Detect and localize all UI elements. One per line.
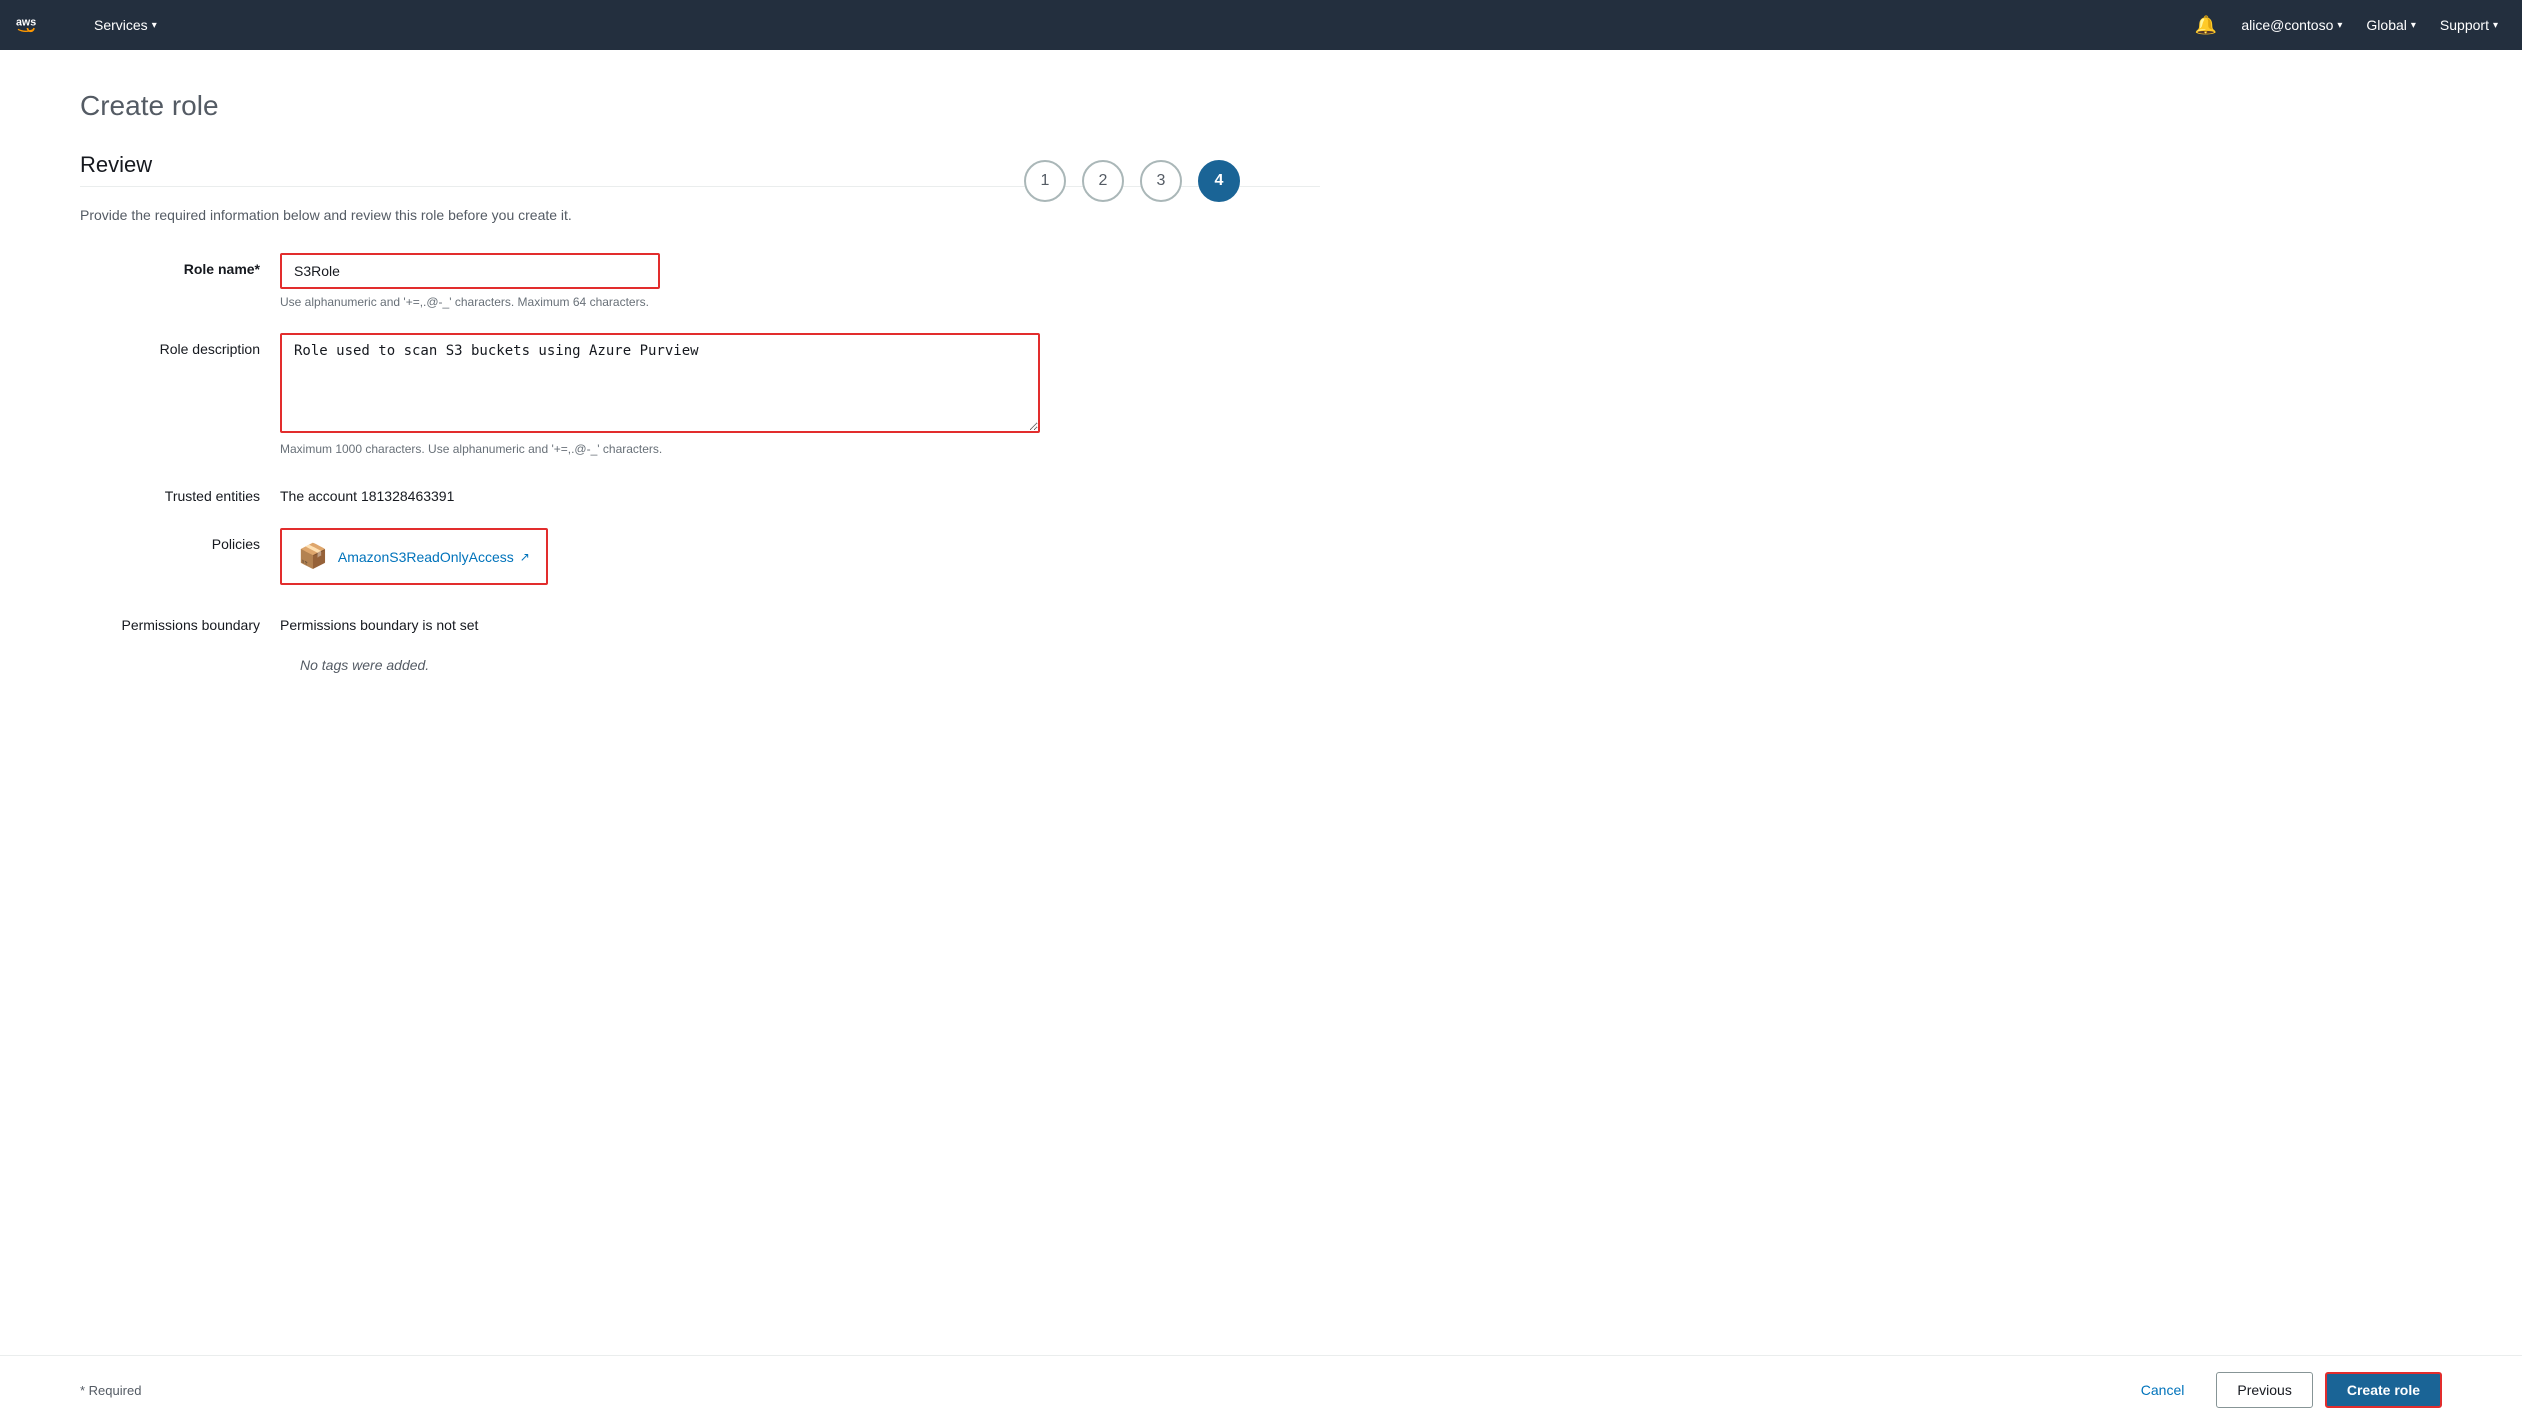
svg-text:aws: aws — [16, 16, 36, 28]
policies-label: Policies — [80, 528, 280, 552]
permissions-boundary-row: Permissions boundary Permissions boundar… — [80, 609, 1320, 633]
policies-control-wrap: 📦 AmazonS3ReadOnlyAccess ↗ — [280, 528, 1040, 585]
step-3: 3 — [1140, 160, 1182, 202]
role-description-hint: Maximum 1000 characters. Use alphanumeri… — [280, 442, 1040, 456]
role-name-input[interactable] — [280, 253, 660, 289]
step-1: 1 — [1024, 160, 1066, 202]
role-description-label: Role description — [80, 333, 280, 357]
region-chevron-icon: ▾ — [2411, 20, 2416, 31]
user-menu[interactable]: alice@contoso ▾ — [2233, 13, 2350, 37]
region-menu[interactable]: Global ▾ — [2358, 13, 2424, 37]
role-name-control-wrap: Use alphanumeric and '+=,.@-_' character… — [280, 253, 1040, 309]
role-name-label: Role name* — [80, 253, 280, 277]
create-role-button[interactable]: Create role — [2325, 1372, 2442, 1408]
external-link-icon: ↗ — [520, 550, 530, 564]
role-name-hint: Use alphanumeric and '+=,.@-_' character… — [280, 295, 1040, 309]
tags-note: No tags were added. — [300, 657, 1320, 673]
policy-package-icon: 📦 — [298, 542, 328, 571]
cancel-button[interactable]: Cancel — [2121, 1372, 2205, 1408]
trusted-entities-row: Trusted entities The account 18132846339… — [80, 480, 1320, 504]
policy-name: AmazonS3ReadOnlyAccess — [338, 549, 514, 565]
support-menu[interactable]: Support ▾ — [2432, 13, 2506, 37]
required-note: * Required — [80, 1383, 141, 1398]
role-description-control-wrap: Role used to scan S3 buckets using Azure… — [280, 333, 1040, 456]
role-description-row: Role description Role used to scan S3 bu… — [80, 333, 1320, 456]
role-description-textarea[interactable]: Role used to scan S3 buckets using Azure… — [280, 333, 1040, 433]
services-menu[interactable]: Services ▾ — [86, 13, 165, 37]
step-4-active: 4 — [1198, 160, 1240, 202]
bottom-bar: * Required Cancel Previous Create role — [0, 1355, 2522, 1424]
policies-row: Policies 📦 AmazonS3ReadOnlyAccess ↗ — [80, 528, 1320, 585]
aws-logo[interactable]: aws — [16, 11, 56, 39]
main-wrapper: Create role 1 2 3 4 Revie — [0, 50, 2522, 1424]
role-name-row: Role name* Use alphanumeric and '+=,.@-_… — [80, 253, 1320, 309]
review-description: Provide the required information below a… — [80, 207, 1320, 223]
support-chevron-icon: ▾ — [2493, 20, 2498, 31]
policy-box: 📦 AmazonS3ReadOnlyAccess ↗ — [280, 528, 548, 585]
permissions-boundary-value: Permissions boundary is not set — [280, 609, 478, 633]
top-navigation: aws Services ▾ 🔔 alice@contoso ▾ Global … — [0, 0, 2522, 50]
notifications-bell-icon[interactable]: 🔔 — [2187, 11, 2225, 40]
permissions-boundary-label: Permissions boundary — [80, 609, 280, 633]
step-indicator: 1 2 3 4 — [1024, 160, 1240, 202]
page-title: Create role — [80, 90, 219, 122]
step-2: 2 — [1082, 160, 1124, 202]
content-page: Create role 1 2 3 4 Revie — [0, 50, 2522, 1424]
bottom-actions: Cancel Previous Create role — [2121, 1372, 2442, 1408]
trusted-entities-value: The account 181328463391 — [280, 480, 454, 504]
services-chevron-icon: ▾ — [152, 20, 157, 31]
trusted-entities-label: Trusted entities — [80, 480, 280, 504]
content-area: Create role 1 2 3 4 Revie — [0, 50, 1400, 1355]
previous-button[interactable]: Previous — [2216, 1372, 2312, 1408]
header-row: Create role 1 2 3 4 — [80, 90, 1320, 152]
nav-right: 🔔 alice@contoso ▾ Global ▾ Support ▾ — [2187, 11, 2506, 40]
policy-link[interactable]: AmazonS3ReadOnlyAccess ↗ — [338, 549, 530, 565]
user-chevron-icon: ▾ — [2337, 20, 2342, 31]
